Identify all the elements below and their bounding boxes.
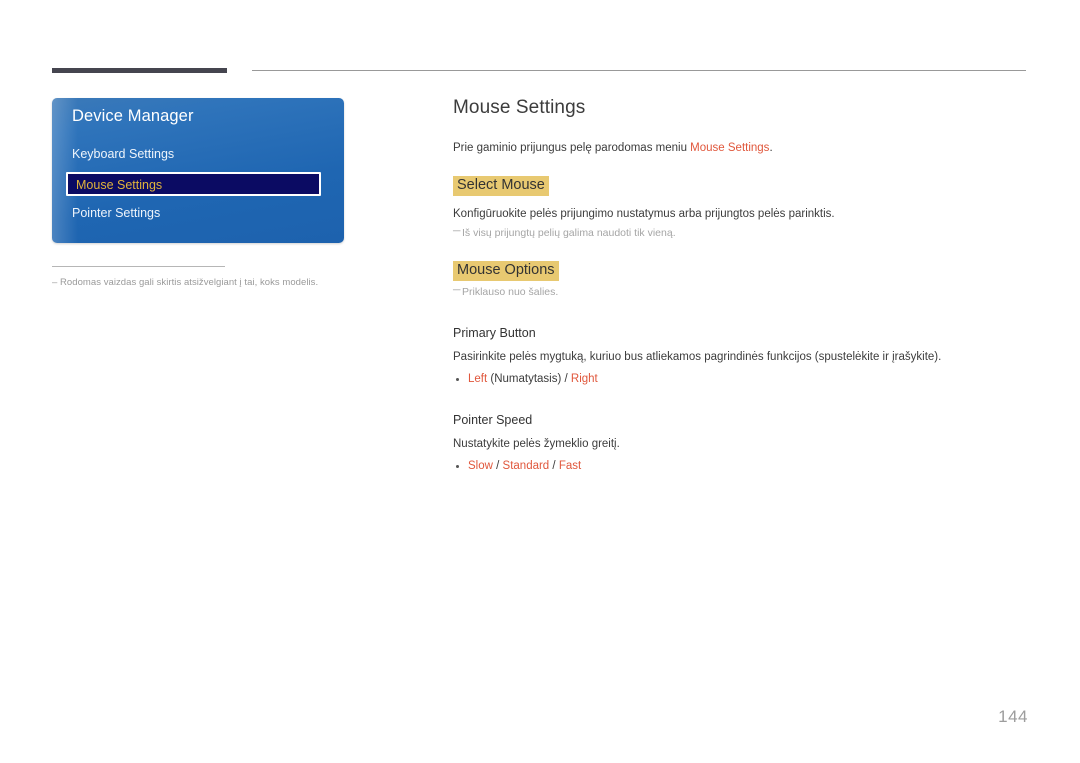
section-pointer-speed: Pointer Speed [453,414,1033,427]
option-right[interactable]: Right [571,373,598,385]
bullet-dot-icon [456,465,459,469]
section-body-primary-button: Pasirinkite pelės mygtuką, kuriuo bus at… [453,351,942,364]
intro-text-after: . [769,142,773,154]
section-heading-primary-button: Primary Button [453,325,536,340]
content-column: Mouse Settings Prie gaminio prijungus pe… [453,98,1033,474]
section-primary-button: Primary Button [453,327,1033,340]
option-list-pointer-speed-text: Slow / Standard / Fast [468,460,581,472]
section-note-select-mouse-text: Iš visų prijungtų pelių galima naudoti t… [462,226,676,239]
section-body-pointer-speed: Nustatykite pelės žymeklio greitį. [453,438,620,451]
section-note-select-mouse: ─ Iš visų prijungtų pelių galima naudoti … [453,224,1033,241]
option-left[interactable]: Left [468,373,487,385]
option-default-label: (Numatytasis) [487,373,565,386]
option-slow[interactable]: Slow [468,460,493,472]
section-body-select-mouse: Konfigūruokite pelės prijungimo nustatym… [453,207,835,220]
osd-menu-item-mouse-settings-selected[interactable]: Mouse Settings [66,172,321,196]
section-note-mouse-options-text: Priklauso nuo šalies. [462,285,559,298]
section-mouse-options: Mouse Options [453,261,1033,281]
left-note-divider [52,266,225,267]
left-column-note: – Rodomas vaizdas gali skirtis atsižvelgi… [52,266,344,288]
option-list-primary-button-text: Left (Numatytasis) / Right [468,373,598,385]
option-standard[interactable]: Standard [503,460,550,472]
left-note-body: Rodomas vaizdas gali skirtis atsižvelgia… [60,277,319,288]
section-heading-select-mouse: Select Mouse [453,176,549,196]
osd-menu-item-pointer-settings[interactable]: Pointer Settings [72,207,160,220]
osd-menu-item-keyboard-settings[interactable]: Keyboard Settings [72,148,174,161]
option-list-primary-button: Left (Numatytasis) / Right [453,372,1033,387]
left-note-dash-icon: – [52,277,58,288]
intro-paragraph: Prie gaminio prijungus pelę parodomas me… [453,141,1033,155]
option-separator: / [549,460,559,473]
option-separator: / [492,460,503,473]
note-dash-icon: ─ [453,224,461,237]
header-divider-line [252,70,1026,71]
header-accent-bar [52,68,227,73]
section-heading-pointer-speed: Pointer Speed [453,412,533,427]
left-illustration-column: Device Manager Keyboard Settings Mouse S… [52,98,344,288]
section-heading-mouse-options: Mouse Options [453,261,559,281]
intro-text-before: Prie gaminio prijungus pelę parodomas me… [453,142,691,154]
page-header-rules [0,66,1080,76]
section-note-mouse-options: ─ Priklauso nuo šalies. [453,283,1033,300]
option-list-pointer-speed: Slow / Standard / Fast [453,459,1033,474]
osd-menu-item-mouse-settings-label: Mouse Settings [76,178,163,192]
note-dash-icon: ─ [453,283,461,296]
left-note-text-row: – Rodomas vaizdas gali skirtis atsižvelgi… [52,277,344,288]
page-number: 144 [998,707,1028,726]
osd-device-manager-panel: Device Manager Keyboard Settings Mouse S… [52,98,344,243]
intro-accent-term: Mouse Settings [690,142,770,154]
page-title: Mouse Settings [453,97,586,118]
section-select-mouse: Select Mouse [453,176,1033,196]
option-fast[interactable]: Fast [559,460,581,472]
osd-panel-title: Device Manager [72,107,194,125]
bullet-dot-icon [456,378,459,382]
